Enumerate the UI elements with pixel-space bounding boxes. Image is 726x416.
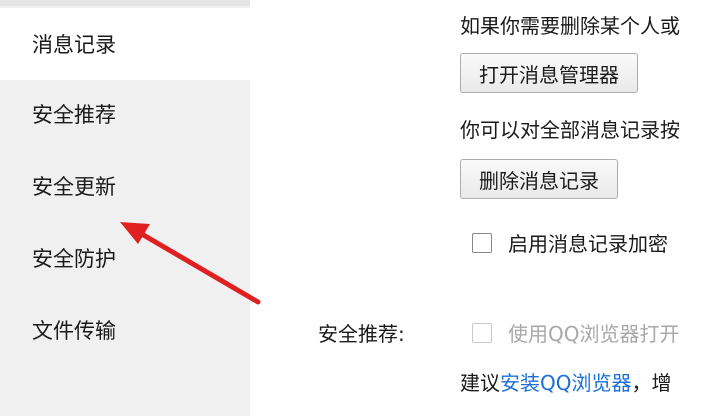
sidebar-item-label: 消息记录 xyxy=(32,33,116,57)
security-recommend-label: 安全推荐: xyxy=(318,322,405,346)
enable-encryption-label: 启用消息记录加密 xyxy=(508,232,668,256)
sidebar-item-label: 安全更新 xyxy=(32,175,116,199)
sidebar-item-label: 文件传输 xyxy=(32,319,116,343)
sidebar-item-security-update[interactable]: 安全更新 xyxy=(0,150,250,222)
suggest-line: 建议安装QQ浏览器，增 xyxy=(460,367,671,396)
suggest-prefix: 建议 xyxy=(460,371,500,395)
install-qq-browser-link[interactable]: 安装QQ浏览器 xyxy=(500,371,631,395)
delete-message-records-button[interactable]: 删除消息记录 xyxy=(460,159,618,199)
sidebar: 消息记录 安全推荐 安全更新 安全防护 文件传输 xyxy=(0,0,250,416)
use-qq-browser-row: 使用QQ浏览器打开 xyxy=(472,318,679,347)
suggest-suffix: ，增 xyxy=(631,371,672,395)
sidebar-top-strip xyxy=(0,0,250,6)
use-qq-browser-checkbox xyxy=(472,322,492,343)
sidebar-item-security-recommend[interactable]: 安全推荐 xyxy=(0,78,250,150)
sidebar-item-label: 安全防护 xyxy=(32,247,116,271)
sidebar-item-security-protection[interactable]: 安全防护 xyxy=(0,222,250,294)
sidebar-item-file-transfer[interactable]: 文件传输 xyxy=(0,294,250,366)
sidebar-item-label: 安全推荐 xyxy=(32,103,116,127)
delete-hint-text: 如果你需要删除某个人或 xyxy=(460,14,680,38)
all-records-hint-text: 你可以对全部消息记录按 xyxy=(460,118,680,142)
open-message-manager-button[interactable]: 打开消息管理器 xyxy=(460,53,638,93)
use-qq-browser-label: 使用QQ浏览器打开 xyxy=(508,322,680,346)
sidebar-item-message-records[interactable]: 消息记录 xyxy=(0,8,250,80)
enable-encryption-checkbox[interactable] xyxy=(472,232,492,253)
enable-encryption-row[interactable]: 启用消息记录加密 xyxy=(472,228,668,257)
